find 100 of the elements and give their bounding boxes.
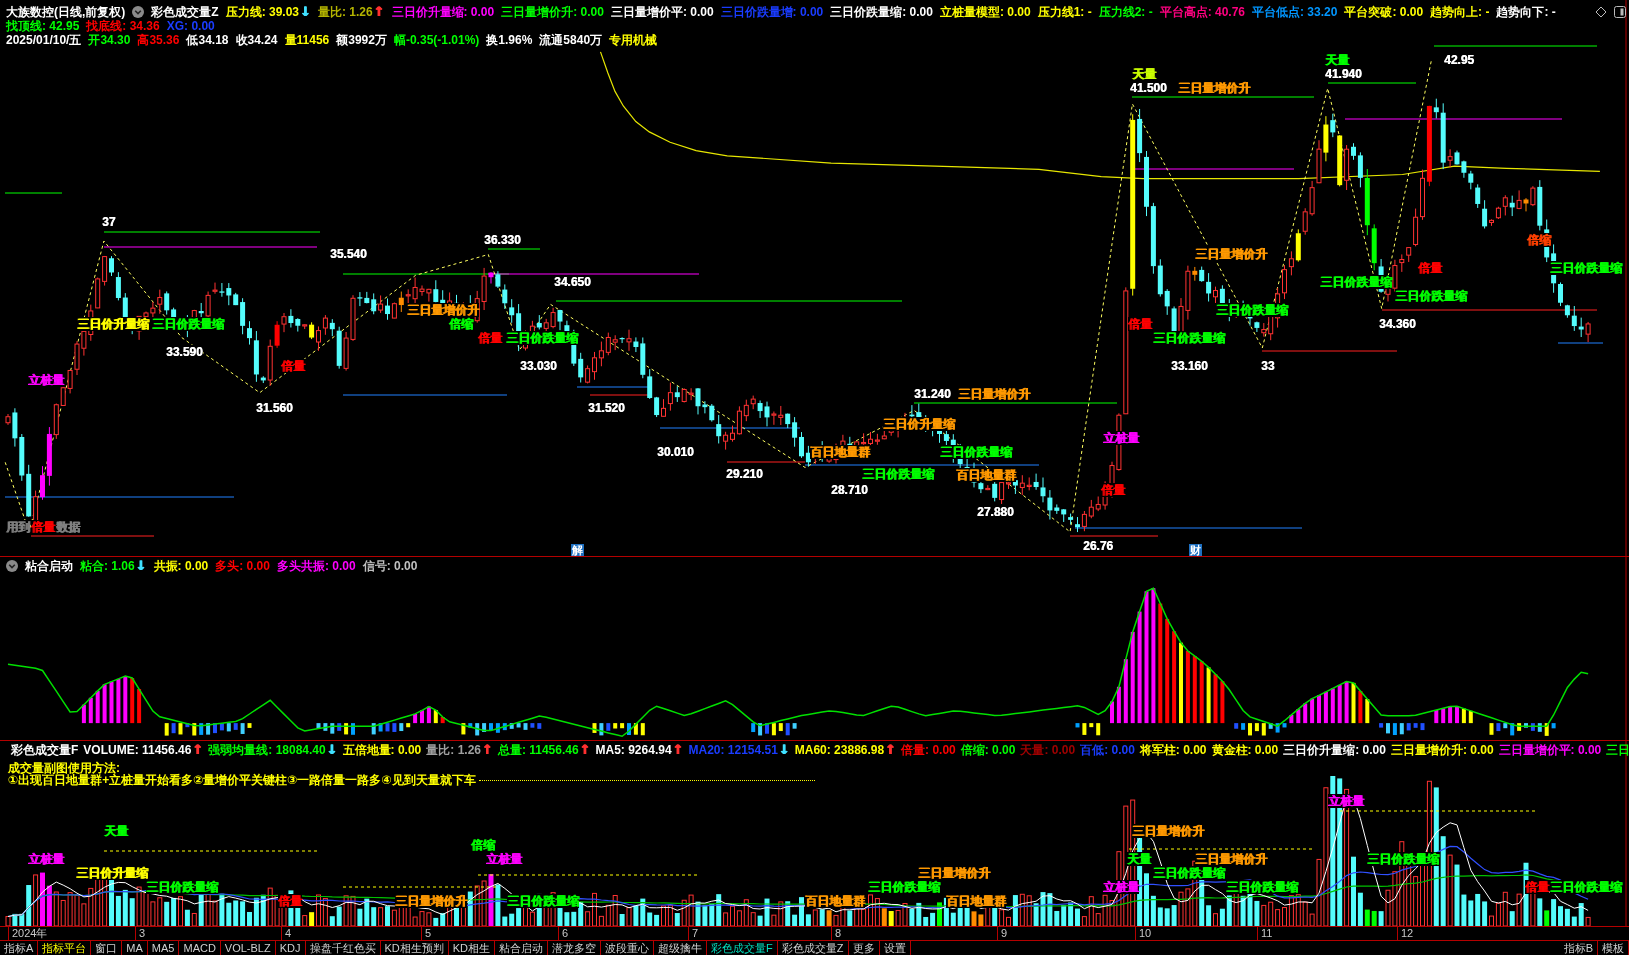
indicator-readout: 强弱均量线: 18084.40 <box>208 743 326 757</box>
chart-annotation: 倍量 <box>1128 317 1152 331</box>
volume-bar <box>937 902 942 926</box>
chart-annotation: 三日价升量缩 <box>883 417 955 431</box>
diamond-icon[interactable] <box>1595 6 1607 18</box>
indicator-tab[interactable]: MACD <box>179 941 221 955</box>
indicator-tab[interactable]: 指标平台 <box>38 941 92 955</box>
chart-annotation: 立桩量 <box>1103 431 1139 445</box>
month-label: 10 <box>1135 927 1152 940</box>
chart-annotation: 36.330 <box>484 233 521 247</box>
chart-annotation: 三日量增价升 <box>1195 852 1267 866</box>
indicator-tab[interactable]: KDJ <box>275 941 306 955</box>
chart-annotation: 33 <box>1261 359 1275 373</box>
indicator-tab[interactable]: KD相生 <box>448 941 496 955</box>
template-tab[interactable]: 模板 <box>1598 941 1629 955</box>
chart-annotation: 三日价跌量缩 <box>868 880 940 894</box>
histogram-bar <box>1351 682 1356 724</box>
chart-annotation: 三日价跌量缩 <box>1395 289 1467 303</box>
quote-field: 高35.36 <box>137 33 180 47</box>
chart-annotation: 三日量增价升 <box>1132 824 1204 838</box>
trend-arrow: ↑ <box>482 743 493 757</box>
month-label: 8 <box>831 927 842 940</box>
chart-annotation: 三日价升量缩 <box>77 317 149 331</box>
chart-annotation: 倍量 <box>281 359 305 373</box>
chart-annotation: 三日价跌量缩 <box>940 445 1012 459</box>
quote-field: 额3992万 <box>336 33 387 47</box>
indicator-readout: 共振: 0.00 <box>153 559 209 573</box>
indicator-readout: 找顶线: 42.95 <box>6 19 80 33</box>
chart-annotation: 百日地量群 <box>810 445 870 459</box>
chart-annotation: 三日价跌量缩 <box>1216 303 1288 317</box>
chart-annotation: 倍缩 <box>449 317 473 331</box>
indicator-tab[interactable]: 操盘千红色买 <box>305 941 381 955</box>
chart-annotation: 三日量增价升 <box>918 866 990 880</box>
signal-candle <box>1192 266 1198 282</box>
event-marker[interactable]: 财 <box>1189 544 1202 556</box>
indicator-readout: XG: 0.00 <box>166 19 215 33</box>
indicator-tab[interactable]: VOL-BLZ <box>220 941 276 955</box>
signal-candle <box>1337 134 1343 187</box>
histogram-bar <box>81 704 86 724</box>
chart-annotation: 三日价跌量缩 <box>146 880 218 894</box>
histogram-bar <box>1323 691 1328 724</box>
histogram-bar <box>1330 688 1335 724</box>
indicator-readout: 倍量: 0.00 <box>901 743 956 757</box>
trend-arrow: ↓ <box>300 5 311 19</box>
quote-field: 低34.18 <box>186 33 229 47</box>
indicator-name: 彩色成交量Z <box>151 5 219 19</box>
signal-candle <box>488 271 494 284</box>
indicator-tab[interactable]: 波段重心 <box>601 941 655 955</box>
chart-annotation: 37 <box>102 215 116 229</box>
month-label: 11 <box>1257 927 1273 940</box>
trend-arrow: ↑ <box>373 5 385 19</box>
chart-annotation: 立桩量 <box>486 852 522 866</box>
event-marker[interactable]: 解 <box>571 544 584 556</box>
chart-annotation: 数据 <box>56 520 80 534</box>
chart-annotation: 三日量增价升 <box>958 387 1030 401</box>
indicator-tab[interactable]: 更多 <box>848 941 880 955</box>
chart-annotation: 天量 <box>1325 53 1349 67</box>
indicator-tab[interactable]: KD相生预判 <box>380 941 449 955</box>
indicator-readout: 天量: 0.00 <box>1020 743 1076 757</box>
chevron-down-icon[interactable] <box>132 6 145 18</box>
chart-annotation: 28.710 <box>831 483 868 497</box>
indicator-tab[interactable]: 设置 <box>879 941 911 955</box>
trend-arrow: ↑ <box>579 743 591 757</box>
chart-annotation: 倍量 <box>478 331 502 345</box>
chart-annotation: 33.160 <box>1171 359 1208 373</box>
histogram-bar <box>1317 695 1321 724</box>
indicator-tab[interactable]: MA5 <box>147 941 180 955</box>
indicator-readout: 量比: 1.26 <box>426 743 481 757</box>
indicator-tab[interactable]: 彩色成交量Z <box>777 941 849 955</box>
indicator-readout: 平台低点: 33.20 <box>1252 5 1338 19</box>
indicator-tab[interactable]: MA <box>122 941 148 955</box>
template-tab[interactable]: 指标B <box>1559 941 1598 955</box>
indicator-tab[interactable]: 粘合启动 <box>495 941 549 955</box>
panel-toggle-icon[interactable] <box>1614 6 1626 18</box>
month-label: 4 <box>281 927 292 940</box>
signal-candle <box>398 291 404 313</box>
indicator-tab[interactable]: 潜龙多空 <box>548 941 602 955</box>
indicator-readout: 三日 <box>1606 743 1629 757</box>
indicator-tab[interactable]: 彩色成交量F <box>707 941 778 955</box>
indicator-name: 粘合启动 <box>25 559 73 573</box>
chart-annotation: 34.360 <box>1379 317 1416 331</box>
indicator-tab[interactable]: 窗口 <box>91 941 123 955</box>
chart-annotation: 35.540 <box>330 247 367 261</box>
volume-bar <box>826 910 832 926</box>
signal-candle <box>1295 228 1301 263</box>
indicator-readout: VOLUME: 11456.46 <box>83 743 192 757</box>
month-label: 12 <box>1397 927 1414 940</box>
chart-annotation: 三日价跌量缩 <box>152 317 224 331</box>
histogram-bar <box>1192 656 1197 724</box>
month-label: 6 <box>558 927 569 940</box>
chart-annotation: 26.76 <box>1083 539 1114 553</box>
chart-annotation: 倍量 <box>1418 261 1442 275</box>
indicator-readout: 量比: 1.26 <box>317 5 373 19</box>
indicator-readout: 三日量增价升: 0.00 <box>501 5 604 19</box>
indicator-tab[interactable]: 指标A <box>0 941 39 955</box>
indicator-tab[interactable]: 超级擒牛 <box>654 941 708 955</box>
chart-annotation: 三日价跌量缩 <box>1550 880 1622 894</box>
indicator-readout: 压力线: 39.03 <box>225 5 300 19</box>
chevron-down-icon[interactable] <box>6 560 18 572</box>
histogram-bar <box>1116 686 1121 724</box>
